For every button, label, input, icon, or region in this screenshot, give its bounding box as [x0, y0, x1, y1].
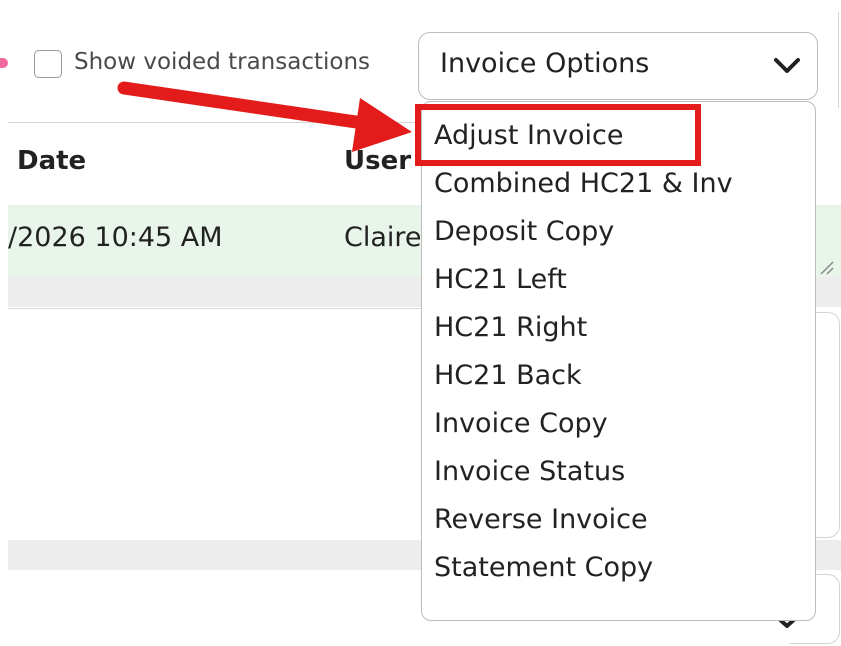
column-header-date[interactable]: Date: [17, 146, 86, 176]
row-user-cell: Claire: [344, 222, 422, 253]
show-voided-label[interactable]: Show voided transactions: [74, 49, 370, 75]
annotation-highlight-box: [415, 104, 701, 166]
show-voided-checkbox[interactable]: [34, 50, 62, 78]
option-statement-copy[interactable]: Statement Copy: [434, 552, 653, 583]
option-hc21-back[interactable]: HC21 Back: [434, 360, 582, 391]
status-indicator: [0, 58, 8, 68]
invoice-options-selected: Invoice Options: [440, 48, 650, 79]
row-divider: [8, 308, 428, 309]
row-date-cell: /2026 10:45 AM: [8, 222, 223, 253]
chevron-down-icon[interactable]: [770, 50, 804, 80]
option-combined-hc21-inv[interactable]: Combined HC21 & Inv: [434, 168, 733, 199]
option-hc21-right[interactable]: HC21 Right: [434, 312, 587, 343]
option-reverse-invoice[interactable]: Reverse Invoice: [434, 504, 648, 535]
header-divider: [8, 122, 418, 123]
resize-handle-icon[interactable]: [817, 258, 835, 276]
option-deposit-copy[interactable]: Deposit Copy: [434, 216, 614, 247]
option-hc21-left[interactable]: HC21 Left: [434, 264, 567, 295]
panel-right-edge: [838, 12, 839, 108]
column-header-user[interactable]: User: [344, 146, 411, 176]
option-invoice-copy[interactable]: Invoice Copy: [434, 408, 608, 439]
option-invoice-status[interactable]: Invoice Status: [434, 456, 625, 487]
